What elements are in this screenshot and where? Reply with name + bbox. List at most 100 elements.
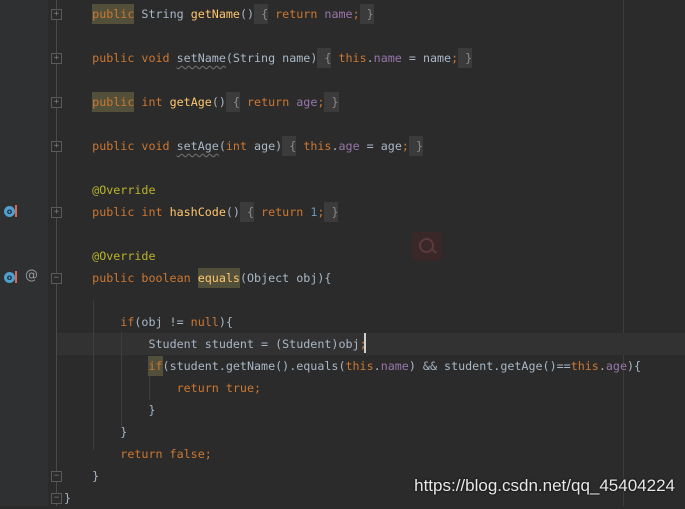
- folded-code-brace[interactable]: {: [239, 202, 255, 222]
- code-token: String: [134, 7, 191, 21]
- code-line[interactable]: if(obj != null){: [0, 311, 685, 333]
- code-text: }: [64, 421, 127, 443]
- code-line[interactable]: return true;: [0, 377, 685, 399]
- fold-expand-icon[interactable]: +: [51, 9, 62, 20]
- up-arrow-icon: [15, 271, 17, 283]
- code-text: if(obj != null){: [64, 311, 233, 333]
- code-text: public int getAge() { return age; }: [64, 91, 339, 113]
- code-line[interactable]: [0, 157, 685, 179]
- code-token: public void: [92, 139, 177, 153]
- override-method-icon[interactable]: o: [4, 206, 15, 217]
- code-token: (): [239, 7, 255, 21]
- code-token: getAge: [169, 95, 212, 109]
- code-line[interactable]: if(student.getName().equals( this. name) &…: [0, 355, 685, 377]
- code-token: ;: [204, 447, 212, 461]
- code-line[interactable]: [0, 289, 685, 311]
- code-line[interactable]: [0, 69, 685, 91]
- magnifier-handle: [431, 248, 437, 254]
- fold-collapse-icon[interactable]: −: [51, 273, 62, 284]
- text-caret: [364, 333, 366, 353]
- code-token: setName: [176, 51, 226, 65]
- code-token: this: [570, 359, 599, 373]
- code-token: age: [605, 359, 628, 373]
- code-text: public int hashCode() { return 1; }: [64, 201, 339, 223]
- code-line[interactable]: Student student = (Student)obj;: [0, 333, 685, 355]
- code-line[interactable]: public int getAge() { return age; }: [0, 91, 685, 113]
- code-token: ) && student.getAge()==: [408, 359, 571, 373]
- code-token: equals: [197, 268, 240, 288]
- code-token: @Override: [92, 249, 156, 263]
- code-line[interactable]: @Override: [0, 245, 685, 267]
- watermark: https://blog.csdn.net/qq_45404224: [414, 476, 675, 495]
- code-line[interactable]: }: [0, 399, 685, 421]
- fold-expand-icon[interactable]: +: [51, 97, 62, 108]
- code-token: this: [331, 51, 367, 65]
- code-text: public void setName(String name) { this.…: [64, 47, 473, 69]
- code-token: = name: [401, 51, 452, 65]
- code-line[interactable]: [0, 223, 685, 245]
- code-token: this: [296, 139, 332, 153]
- code-token: ;: [254, 381, 262, 395]
- folded-code-brace[interactable]: }: [324, 202, 339, 222]
- code-token: return: [254, 205, 311, 219]
- fold-collapse-icon[interactable]: −: [51, 493, 62, 504]
- indent-guide: [149, 376, 150, 400]
- code-text: @Override: [64, 245, 156, 267]
- code-token: .: [598, 359, 606, 373]
- search-button[interactable]: [412, 232, 442, 261]
- code-line[interactable]: public boolean equals(Object obj){: [0, 267, 685, 289]
- fold-collapse-icon[interactable]: −: [51, 471, 62, 482]
- code-text: if(student.getName().equals( this. name) &…: [64, 355, 641, 377]
- code-token: .: [331, 139, 339, 153]
- code-token: null: [190, 315, 219, 329]
- folded-code-brace[interactable]: {: [317, 48, 332, 68]
- code-text: }: [64, 399, 156, 421]
- fold-expand-icon[interactable]: +: [51, 53, 62, 64]
- code-token: name: [380, 359, 409, 373]
- code-token: (Object obj){: [239, 271, 332, 285]
- folded-code-brace[interactable]: }: [324, 92, 339, 112]
- code-line[interactable]: [0, 25, 685, 47]
- folded-code-brace[interactable]: {: [254, 4, 269, 24]
- code-token: (student.getName().equals(: [162, 359, 346, 373]
- folded-code-brace[interactable]: }: [408, 136, 423, 156]
- code-token: name: [324, 7, 353, 21]
- code-text: return false;: [64, 443, 212, 465]
- code-line[interactable]: public void setName(String name) { this.…: [0, 47, 685, 69]
- folded-code-brace[interactable]: }: [359, 4, 374, 24]
- code-line[interactable]: @Override: [0, 179, 685, 201]
- folded-code-brace[interactable]: {: [282, 136, 297, 156]
- code-line[interactable]: return false;: [0, 443, 685, 465]
- code-token: if: [148, 356, 163, 376]
- annotation-icon[interactable]: @: [25, 268, 38, 283]
- code-token: ;: [401, 139, 409, 153]
- code-token: }: [148, 403, 156, 417]
- code-token: hashCode: [169, 205, 226, 219]
- code-token: (String name): [225, 51, 318, 65]
- code-text: }: [64, 465, 99, 487]
- code-line[interactable]: }: [0, 421, 685, 443]
- code-line[interactable]: [0, 113, 685, 135]
- code-token: age: [296, 95, 318, 109]
- up-arrow-icon: [15, 205, 17, 217]
- code-token: (: [218, 139, 226, 153]
- code-token: return: [239, 95, 297, 109]
- code-token: public: [92, 92, 135, 112]
- code-text: public boolean equals(Object obj){: [64, 267, 331, 289]
- code-token: }: [92, 469, 100, 483]
- fold-expand-icon[interactable]: +: [51, 207, 62, 218]
- code-token: setAge: [176, 139, 219, 153]
- folded-code-brace[interactable]: }: [458, 48, 473, 68]
- code-token: @Override: [92, 183, 156, 197]
- code-token: ){: [218, 315, 233, 329]
- code-token: }: [64, 491, 72, 505]
- override-method-icon[interactable]: o: [4, 272, 15, 283]
- code-line[interactable]: public String getName() { return name; }: [0, 3, 685, 25]
- code-token: public void: [92, 51, 177, 65]
- code-line[interactable]: public int hashCode() { return 1; }: [0, 201, 685, 223]
- fold-expand-icon[interactable]: +: [51, 141, 62, 152]
- folded-code-brace[interactable]: {: [225, 92, 240, 112]
- code-token: (obj !=: [134, 315, 191, 329]
- code-line[interactable]: public void setAge(int age) { this.age =…: [0, 135, 685, 157]
- code-token: return false: [120, 447, 205, 461]
